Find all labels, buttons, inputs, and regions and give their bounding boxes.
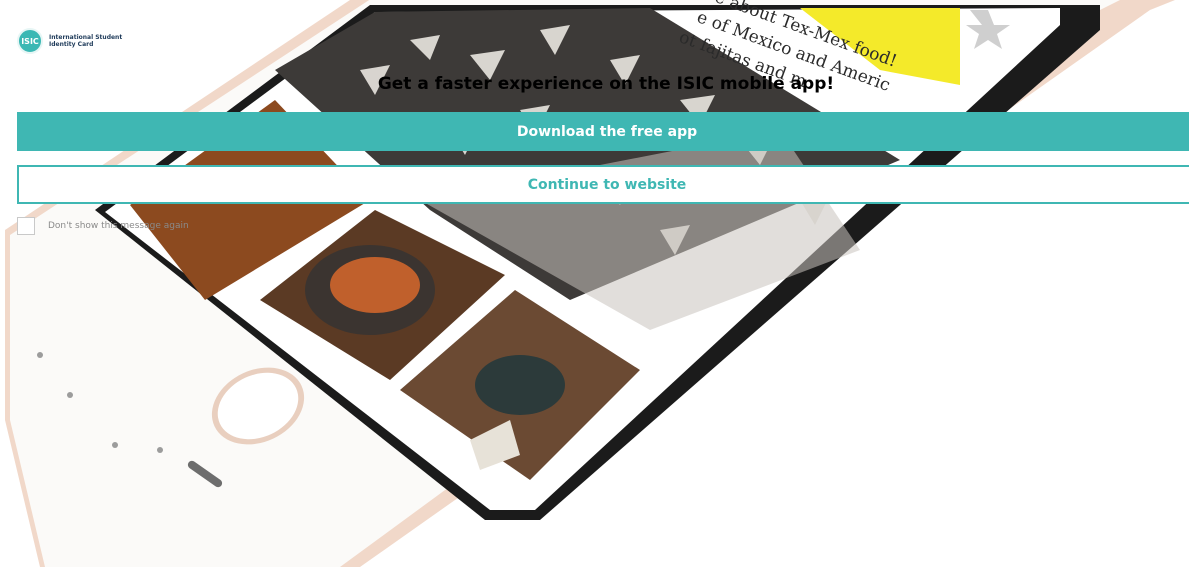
app-promo-headline: Get a faster experience on the ISIC mobi… (377, 74, 835, 94)
dont-show-again-checkbox[interactable] (17, 217, 35, 235)
isic-logo-mark: ISIC (17, 28, 43, 54)
isic-logo[interactable]: ISIC International Student Identity Card (17, 28, 122, 54)
download-app-button[interactable]: Download the free app (17, 112, 1189, 151)
continue-to-website-button[interactable]: Continue to website (17, 165, 1189, 204)
logo-line-1: International Student (49, 34, 123, 41)
dont-show-again-label[interactable]: Don't show this message again (48, 221, 189, 231)
isic-logo-text: International Student Identity Card (49, 34, 122, 48)
logo-line-2: Identity Card (49, 41, 94, 48)
dont-show-again-row: Don't show this message again (17, 217, 189, 235)
